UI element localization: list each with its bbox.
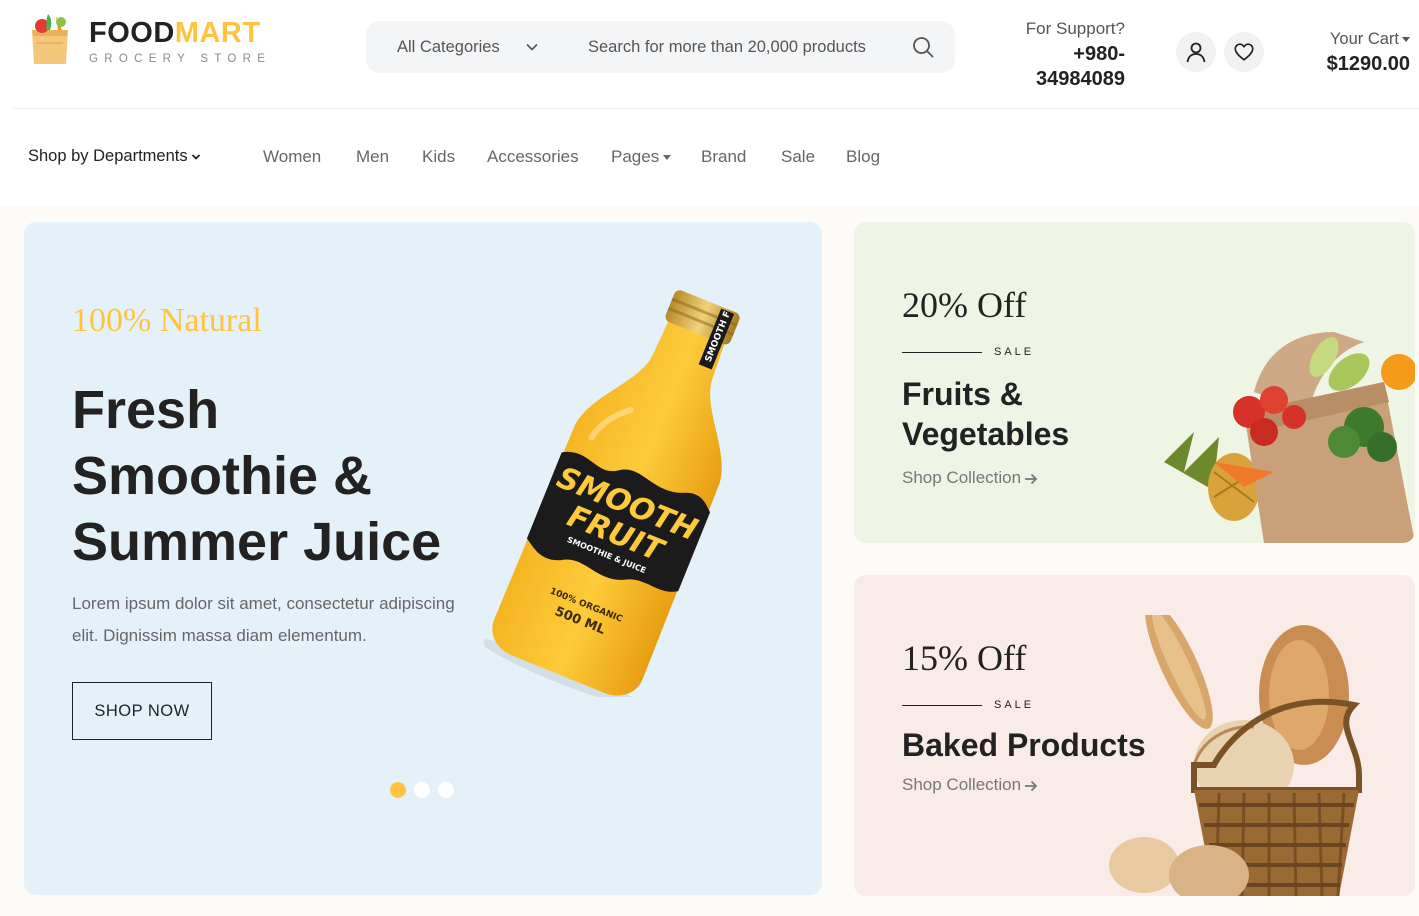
nav-item-pages[interactable]: Pages: [611, 147, 672, 167]
search-input[interactable]: [588, 21, 908, 73]
nav-item-women[interactable]: Women: [263, 147, 321, 167]
chevron-down-icon: [526, 43, 538, 51]
search-button[interactable]: [910, 35, 936, 61]
account-button[interactable]: [1176, 32, 1216, 72]
arrow-right-icon: [1025, 780, 1038, 791]
support-label: For Support?: [1025, 19, 1125, 38]
arrow-right-icon: [1025, 473, 1038, 484]
search-icon: [913, 37, 934, 58]
promo-rule: [902, 352, 982, 353]
caret-down-icon: [663, 155, 672, 161]
nav-item-kids[interactable]: Kids: [422, 147, 455, 167]
promo-sale-tag: SALE: [994, 699, 1035, 711]
nav-item-men[interactable]: Men: [356, 147, 389, 167]
category-select-label: All Categories: [397, 37, 500, 56]
search-bar: All Categories: [366, 21, 955, 73]
nav-item-sale[interactable]: Sale: [781, 147, 815, 167]
nav-item-brand[interactable]: Brand: [701, 147, 746, 167]
cart-summary[interactable]: Your Cart $1290.00: [1300, 28, 1410, 78]
departments-dropdown[interactable]: Shop by Departments: [28, 147, 201, 166]
site-header: FOODMART GROCERY STORE All Categories Fo…: [0, 0, 1419, 108]
departments-label: Shop by Departments: [28, 147, 188, 165]
slider-dot-2[interactable]: [414, 782, 430, 798]
hero-description: Lorem ipsum dolor sit amet, consectetur …: [72, 594, 455, 645]
slider-dot-1[interactable]: [390, 782, 406, 798]
bread-basket-image: [1109, 615, 1362, 896]
slider-dot-3[interactable]: [438, 782, 454, 798]
brand-name: FOODMART: [89, 17, 261, 49]
wishlist-button[interactable]: [1224, 32, 1264, 72]
promo-fruits-vegetables: 20% Off SALE Fruits & Vegetables Shop Co…: [854, 222, 1415, 543]
shop-collection-label: Shop Collection: [902, 468, 1022, 487]
support-info: For Support? +980-34984089: [1000, 17, 1125, 92]
promo-baked-products: 15% Off SALE Baked Products Shop Collect…: [854, 575, 1415, 896]
promo-discount: 20% Off: [902, 285, 1027, 325]
heart-icon: [1234, 43, 1254, 61]
shop-collection-label: Shop Collection: [902, 775, 1022, 794]
juice-bottle-image: SMOOTH F SMOOTH FRUIT SMOOTHIE & JUICE 1…: [484, 290, 740, 697]
nav-item-blog[interactable]: Blog: [846, 147, 880, 167]
nav-item-pages-label: Pages: [611, 147, 660, 166]
hero-eyebrow: 100% Natural: [72, 302, 262, 339]
hero-title: Fresh Smoothie & Summer Juice: [72, 380, 442, 572]
shop-collection-link[interactable]: Shop Collection: [902, 775, 1038, 795]
brand-tagline: GROCERY STORE: [89, 53, 272, 65]
vegetable-bag-image: [1164, 332, 1415, 543]
slider-dots: [390, 782, 454, 798]
cart-total: $1290.00: [1326, 53, 1410, 75]
support-phone[interactable]: +980-34984089: [1000, 42, 1125, 92]
caret-down-icon: [1402, 37, 1410, 43]
cart-label: Your Cart: [1329, 30, 1399, 48]
chevron-down-icon: [191, 154, 200, 160]
main-navigation: Shop by Departments Women Men Kids Acces…: [0, 109, 1419, 206]
shop-collection-link[interactable]: Shop Collection: [902, 468, 1038, 488]
promo-rule: [902, 705, 982, 706]
hero-banner: 100% Natural Fresh Smoothie & Summer Jui…: [24, 222, 822, 895]
grocery-bag-logo-icon: [32, 14, 68, 64]
category-select[interactable]: All Categories: [397, 21, 557, 73]
promo-sale-tag: SALE: [994, 346, 1035, 358]
shop-now-button[interactable]: SHOP NOW: [72, 682, 212, 740]
user-icon: [1186, 42, 1206, 63]
promo-title: Fruits & Vegetables: [902, 376, 1070, 452]
nav-item-accessories[interactable]: Accessories: [487, 147, 579, 167]
brand-logo[interactable]: FOODMART GROCERY STORE: [28, 12, 268, 70]
promo-discount: 15% Off: [902, 638, 1027, 678]
